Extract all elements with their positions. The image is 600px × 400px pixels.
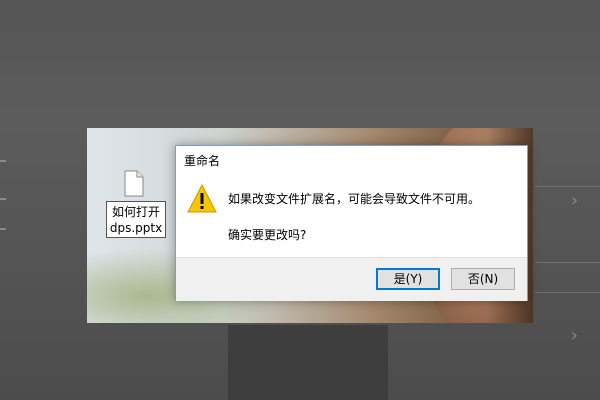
yes-button[interactable]: 是(Y) bbox=[376, 268, 440, 290]
background-divider bbox=[535, 292, 600, 293]
dialog-title: 重命名 bbox=[184, 154, 221, 168]
background-mark bbox=[0, 160, 6, 162]
chevron-right-icon: › bbox=[570, 190, 578, 211]
background-mark bbox=[0, 198, 6, 200]
warning-icon bbox=[187, 184, 217, 213]
background-block bbox=[228, 325, 388, 400]
background-mark bbox=[0, 228, 6, 230]
rename-dialog: 重命名 如果改变文件扩展名，可能会导致文件不可用。 确实要更改吗? 是(Y) 否… bbox=[175, 145, 528, 301]
background-divider bbox=[535, 186, 600, 187]
background-divider bbox=[535, 262, 600, 263]
file-name-edit-box[interactable]: 如何打开 dps.pptx bbox=[106, 201, 166, 238]
dialog-message: 如果改变文件扩展名，可能会导致文件不可用。 bbox=[228, 192, 481, 206]
file-name-line-2: dps.pptx bbox=[109, 221, 163, 235]
file-name-line-1: 如何打开 bbox=[111, 205, 160, 219]
dialog-question: 确实要更改吗? bbox=[228, 228, 307, 242]
dialog-button-bar: 是(Y) 否(N) bbox=[176, 257, 527, 301]
chevron-right-icon: › bbox=[570, 325, 578, 346]
file-icon[interactable] bbox=[124, 170, 144, 197]
no-button[interactable]: 否(N) bbox=[451, 268, 515, 290]
